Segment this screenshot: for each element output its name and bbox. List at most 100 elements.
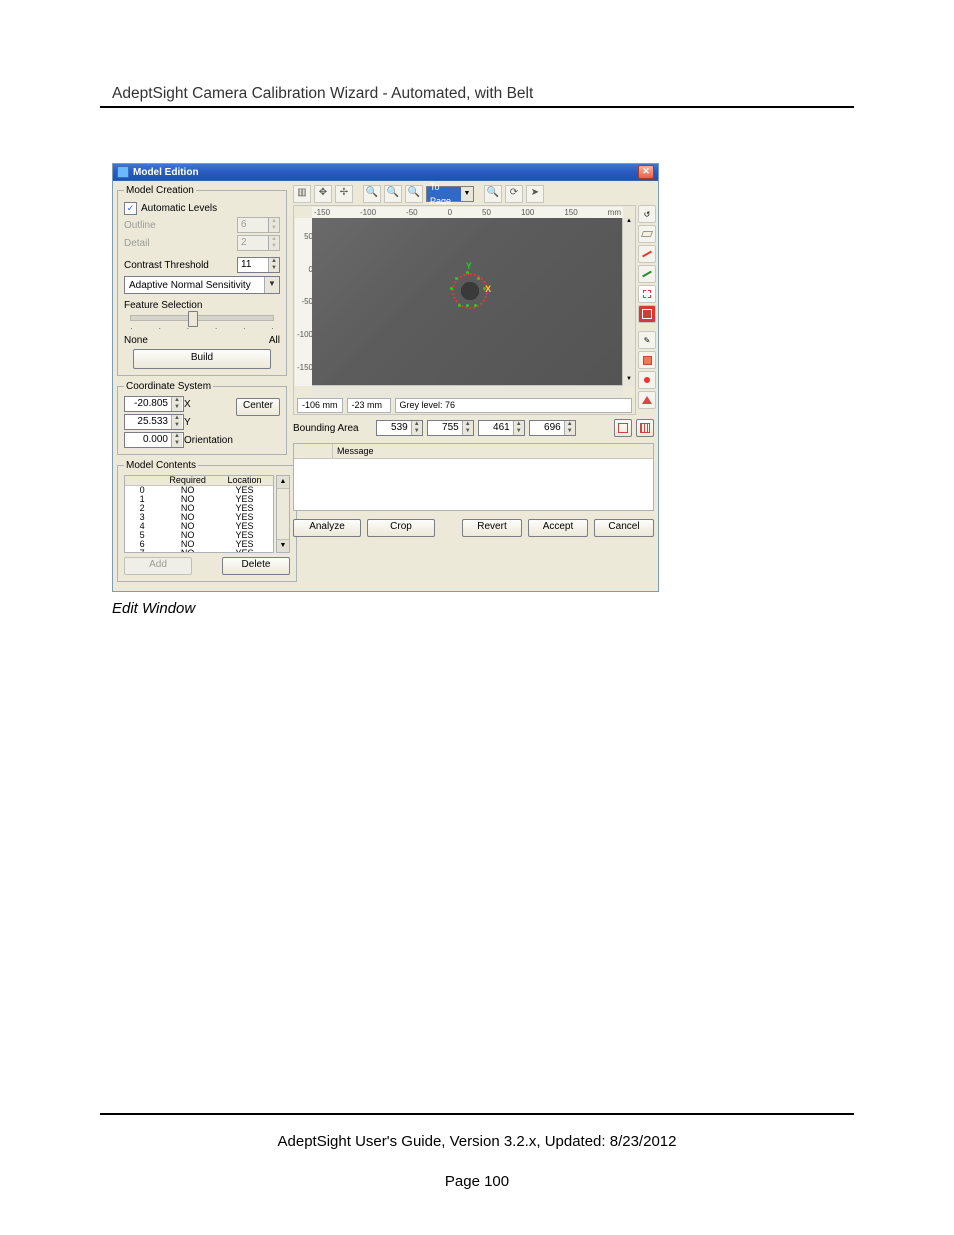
slider-left-label: None — [124, 335, 148, 346]
bounding-v3[interactable]: 461 ▲▼ — [478, 420, 525, 436]
scroll-up-icon[interactable]: ▲ — [623, 218, 635, 228]
coord-orient-spinner[interactable]: 0.000 ▲▼ — [124, 432, 184, 448]
titlebar[interactable]: Model Edition ✕ — [113, 164, 658, 181]
tool-line-green-icon[interactable] — [638, 265, 656, 283]
table-cell: YES — [216, 549, 273, 553]
bounding-area-row: Bounding Area 539 ▲▼ 755 ▲▼ 461 ▲▼ — [293, 419, 654, 437]
automatic-levels-label: Automatic Levels — [141, 203, 217, 214]
axis-y-label: Y — [466, 261, 472, 271]
revert-button[interactable]: Revert — [462, 519, 522, 537]
bounding-grid1-icon[interactable] — [614, 419, 632, 437]
handles-icon — [452, 273, 484, 305]
table-cell: 7 — [125, 549, 159, 553]
window-title: Model Edition — [133, 167, 199, 178]
coord-y-label: Y — [184, 417, 196, 428]
bounding-v2[interactable]: 755 ▲▼ — [427, 420, 474, 436]
chevron-down-icon[interactable]: ▼ — [461, 187, 473, 201]
viewer-toolbar: ▥ ✥ ✢ 🔍 🔍 🔍 To Page ▼ 🔍 ⟳ — [293, 185, 654, 203]
zoom-100-icon[interactable]: 🔍 — [384, 185, 402, 203]
model-contents-table[interactable]: Required Location 0NOYES1NOYES2NOYES3NOY… — [124, 475, 274, 553]
viewer-side-toolbar: ↺ ✎ — [638, 205, 654, 415]
tool-target-icon[interactable] — [638, 285, 656, 303]
page-number: Page 100 — [0, 1173, 954, 1190]
contrast-spinner[interactable]: 11 ▲▼ — [237, 257, 280, 273]
pointer-icon[interactable]: ➤ — [526, 185, 544, 203]
delete-button[interactable]: Delete — [222, 557, 290, 575]
viewer-scrollbar-vertical[interactable]: ▲ ▼ — [622, 218, 635, 386]
zoom-mode-combo[interactable]: To Page ▼ — [426, 186, 474, 202]
close-icon[interactable]: ✕ — [638, 165, 654, 179]
message-table: Message — [293, 443, 654, 511]
scroll-down-icon[interactable]: ▼ — [623, 376, 635, 386]
crop-button[interactable]: Crop — [367, 519, 435, 537]
coord-x-spinner[interactable]: -20.805 ▲▼ — [124, 396, 184, 412]
zoom-mode-label: To Page — [427, 181, 461, 208]
bounding-label: Bounding Area — [293, 423, 359, 434]
axis-x-label: X — [485, 284, 491, 294]
tool-triangle-icon[interactable] — [638, 391, 656, 409]
build-button[interactable]: Build — [133, 349, 271, 369]
chevron-down-icon[interactable]: ▼ — [264, 277, 279, 293]
sensitivity-label: Adaptive Normal Sensitivity — [129, 280, 251, 291]
tool-pen-icon[interactable]: ✎ — [638, 331, 656, 349]
coordinate-system-legend: Coordinate System — [124, 381, 213, 392]
rotate-icon[interactable]: ⟳ — [505, 185, 523, 203]
scroll-down-icon[interactable]: ▼ — [277, 539, 289, 552]
coordinate-system-group: Coordinate System -20.805 ▲▼ X 25 — [117, 381, 287, 455]
feature-selection-label: Feature Selection — [124, 300, 280, 311]
tool-a-icon[interactable]: ✥ — [314, 185, 332, 203]
cancel-button[interactable]: Cancel — [594, 519, 654, 537]
model-target-overlay[interactable]: X Y — [452, 273, 484, 305]
coord-y-spinner[interactable]: 25.533 ▲▼ — [124, 414, 184, 430]
bounding-grid2-icon[interactable] — [636, 419, 654, 437]
feature-selection-slider[interactable] — [130, 315, 274, 321]
slider-thumb-icon[interactable] — [188, 311, 198, 327]
header-rule — [100, 106, 854, 108]
table-scrollbar[interactable]: ▲ ▼ — [276, 475, 290, 553]
zoom-out-icon[interactable]: 🔍 — [405, 185, 423, 203]
footer-text: AdeptSight User's Guide, Version 3.2.x, … — [0, 1133, 954, 1150]
sensitivity-combo[interactable]: Adaptive Normal Sensitivity ▼ — [124, 276, 280, 294]
analyze-button[interactable]: Analyze — [293, 519, 361, 537]
center-button[interactable]: Center — [236, 398, 280, 416]
table-row[interactable]: 7NOYES — [125, 549, 273, 553]
viewer-scrollbar-horizontal[interactable] — [312, 385, 623, 398]
scroll-up-icon[interactable]: ▲ — [277, 476, 289, 489]
pan-icon[interactable]: ✢ — [335, 185, 353, 203]
page-header-title: AdeptSight Camera Calibration Wizard - A… — [112, 85, 842, 103]
status-x: -106 mm — [297, 398, 343, 413]
coord-x-label: X — [184, 399, 196, 410]
model-contents-legend: Model Contents — [124, 460, 198, 471]
bounding-v1[interactable]: 539 ▲▼ — [376, 420, 423, 436]
app-icon — [117, 166, 129, 178]
accept-button[interactable]: Accept — [528, 519, 588, 537]
tool-rect-icon[interactable] — [638, 351, 656, 369]
tool-refresh-icon[interactable]: ↺ — [638, 205, 656, 223]
message-col-header: Message — [333, 444, 653, 458]
bounding-v4[interactable]: 696 ▲▼ — [529, 420, 576, 436]
tool-grid-red-icon[interactable] — [638, 305, 656, 323]
figure-caption: Edit Window — [112, 600, 842, 617]
automatic-levels-checkbox[interactable]: ✓ — [124, 202, 137, 215]
add-button: Add — [124, 557, 192, 575]
model-creation-group: Model Creation ✓ Automatic Levels Outlin… — [117, 185, 287, 376]
zoom-region-icon[interactable]: 🔍 — [484, 185, 502, 203]
tool-line-red-icon[interactable] — [638, 245, 656, 263]
outline-label: Outline — [124, 220, 156, 231]
slider-right-label: All — [269, 335, 280, 346]
zoom-in-icon[interactable]: 🔍 — [363, 185, 381, 203]
tool-dot-icon[interactable] — [638, 371, 656, 389]
status-y: -23 mm — [347, 398, 391, 413]
table-cell: NO — [159, 549, 216, 553]
figure-screenshot: Model Edition ✕ Model Creation ✓ Automat… — [112, 163, 842, 617]
image-canvas[interactable]: X Y — [312, 218, 623, 386]
layout-icon[interactable]: ▥ — [293, 185, 311, 203]
tool-eraser-icon[interactable] — [638, 225, 656, 243]
model-edition-window: Model Edition ✕ Model Creation ✓ Automat… — [112, 163, 659, 592]
coord-orient-label: Orientation — [184, 435, 232, 446]
model-creation-legend: Model Creation — [124, 185, 196, 196]
model-contents-group: Model Contents Required Location 0NOYES1… — [117, 460, 297, 582]
status-grey: Grey level: 76 — [395, 398, 632, 413]
message-col-index — [294, 444, 333, 458]
outline-spinner: 6 ▲▼ — [237, 217, 280, 233]
